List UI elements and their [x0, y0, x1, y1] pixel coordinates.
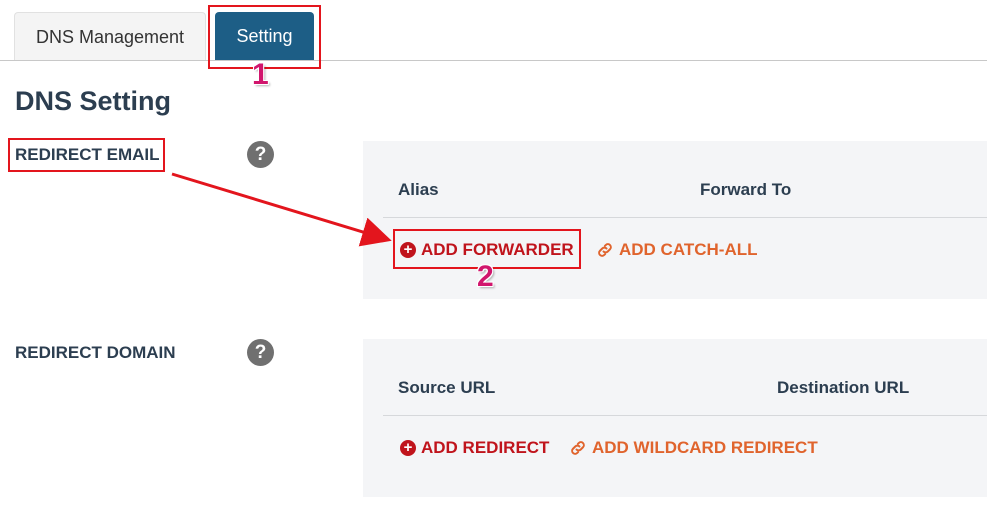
- add-redirect-button[interactable]: + ADD REDIRECT: [400, 438, 549, 458]
- page-title: DNS Setting: [15, 86, 172, 116]
- redirect-domain-panel: Source URL Destination URL + ADD REDIREC…: [363, 339, 987, 497]
- help-icon[interactable]: ?: [247, 141, 274, 168]
- tab-dns-management[interactable]: DNS Management: [14, 12, 206, 61]
- plus-circle-icon: +: [400, 440, 416, 456]
- column-source-url: Source URL: [398, 378, 496, 397]
- add-catch-all-label: ADD CATCH-ALL: [619, 240, 758, 259]
- redirect-domain-label: REDIRECT DOMAIN: [15, 343, 176, 362]
- row-divider: [383, 217, 987, 218]
- link-icon: [598, 243, 612, 257]
- column-destination-url: Destination URL: [777, 378, 910, 397]
- add-redirect-label: ADD REDIRECT: [421, 438, 550, 457]
- tab-divider: [0, 60, 987, 61]
- add-wildcard-redirect-button[interactable]: ADD WILDCARD REDIRECT: [569, 438, 818, 458]
- help-icon[interactable]: ?: [247, 339, 274, 366]
- column-forward-to: Forward To: [700, 180, 792, 199]
- row-divider: [383, 415, 987, 416]
- column-alias: Alias: [398, 180, 439, 199]
- step-number-1: 1: [252, 58, 269, 91]
- add-catch-all-button[interactable]: ADD CATCH-ALL: [596, 240, 758, 260]
- highlight-box-redirect-email: [8, 138, 165, 172]
- redirect-email-panel: Alias Forward To + ADD FORWARDER ADD CAT…: [363, 141, 987, 299]
- tab-bar: DNS Management Setting: [0, 0, 987, 62]
- step-number-2: 2: [477, 260, 494, 293]
- add-wildcard-redirect-label: ADD WILDCARD REDIRECT: [592, 438, 818, 457]
- link-icon: [571, 441, 585, 455]
